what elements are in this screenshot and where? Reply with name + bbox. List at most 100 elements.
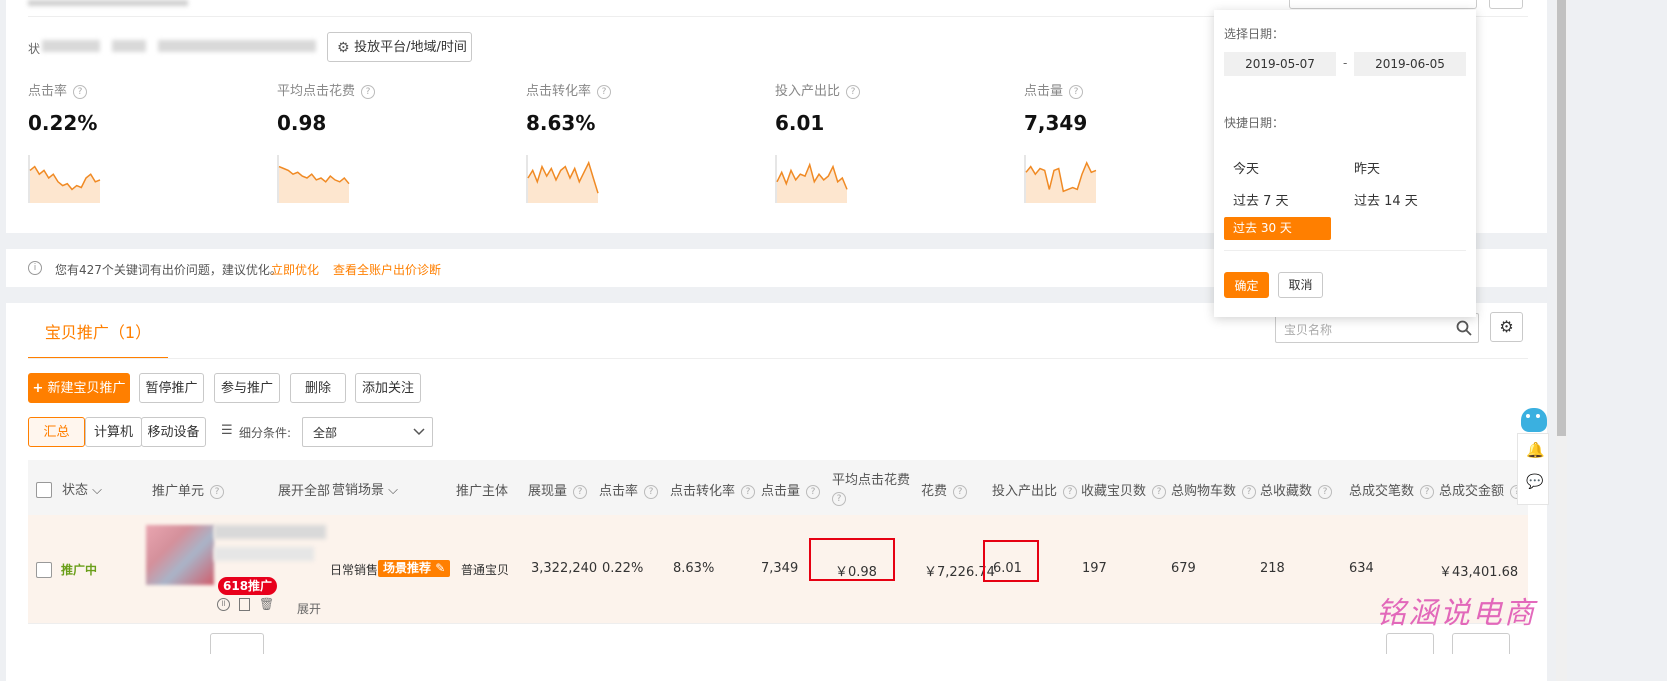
select-all-checkbox[interactable] <box>36 482 52 498</box>
gear-icon: ⚙ <box>337 40 350 56</box>
highlight-roi-box <box>983 540 1039 582</box>
scrollbar-thumb[interactable] <box>1557 0 1566 436</box>
pagination-control-right-1[interactable] <box>1386 633 1434 654</box>
header-orders: 总成交笔数 <box>1349 480 1435 499</box>
quick-7-days[interactable]: 过去 7 天 <box>1233 190 1289 209</box>
product-title-blur-2 <box>214 547 314 561</box>
quick-yesterday[interactable]: 昨天 <box>1354 158 1380 177</box>
header-fav-total: 总收藏数 <box>1260 480 1333 499</box>
help-icon <box>361 84 376 99</box>
status-label: 状 <box>28 42 41 56</box>
search-icon[interactable] <box>1456 320 1472 336</box>
table-settings-button[interactable]: ⚙ <box>1490 312 1523 342</box>
tab-divider <box>28 358 1528 359</box>
help-icon <box>1063 484 1078 499</box>
row-cart: 679 <box>1171 561 1196 576</box>
notice-text: 您有427个关键词有出价问题，建议优化。 <box>55 263 282 277</box>
top-date-selector[interactable] <box>1289 0 1477 9</box>
header-cost: 花费 <box>921 480 968 499</box>
quick-30-days[interactable]: 过去 30 天 <box>1224 217 1331 240</box>
quick-14-days[interactable]: 过去 14 天 <box>1354 190 1418 209</box>
sparkline-ctr <box>28 155 101 203</box>
row-expand-link[interactable]: 展开 <box>297 600 321 617</box>
row-ctr: 0.22% <box>602 561 644 576</box>
promotion-card: 宝贝推广（1） 宝贝名称 ⚙ + 新建宝贝推广 暂停推广 参与推广 删除 添加关… <box>6 303 1547 681</box>
help-icon <box>644 484 659 499</box>
row-fav-items: 197 <box>1082 561 1107 576</box>
row-gmv: ￥43,401.68 <box>1439 565 1519 580</box>
confirm-button[interactable]: 确定 <box>1224 272 1269 298</box>
row-fav-total: 218 <box>1260 561 1285 576</box>
tab-computer[interactable]: 计算机 <box>85 417 142 447</box>
product-thumbnail[interactable] <box>146 525 214 585</box>
help-icon <box>741 484 756 499</box>
status-blur-3 <box>158 40 316 52</box>
edit-icon: ✎ <box>435 561 446 575</box>
cancel-button[interactable]: 取消 <box>1278 272 1323 298</box>
floating-toolbar: 🔔 💬 <box>1517 433 1549 505</box>
scene-recommend-tag[interactable]: 场景推荐 ✎ <box>378 560 451 577</box>
header-clicks: 点击量 <box>761 480 821 499</box>
filter-select[interactable]: 全部 <box>302 417 433 447</box>
metric-value-ctr: 0.22% <box>28 111 98 135</box>
help-icon <box>846 84 861 99</box>
row-orders: 634 <box>1349 561 1374 576</box>
delete-icon[interactable]: 🗑 <box>259 598 274 610</box>
add-follow-button[interactable]: 添加关注 <box>355 373 421 403</box>
pause-promotion-button[interactable]: 暂停推广 <box>139 373 204 403</box>
optimize-link[interactable]: 立即优化 <box>271 261 319 278</box>
header-status[interactable]: 状态 ⌵ <box>62 479 102 498</box>
metric-label-ctr: 点击率 <box>28 80 88 99</box>
sparkline-roi <box>775 155 848 203</box>
help-icon <box>1152 484 1167 499</box>
header-unit: 推广单元 <box>152 480 225 499</box>
plus-icon: + <box>32 381 44 396</box>
pause-icon[interactable]: ll <box>217 598 230 611</box>
quick-today[interactable]: 今天 <box>1233 158 1259 177</box>
platform-region-time-button[interactable]: ⚙ 投放平台/地域/时间 <box>327 32 472 62</box>
sparkline-cvr <box>526 155 599 203</box>
end-date-input[interactable]: 2019-06-05 <box>1354 52 1466 76</box>
header-cvr: 点击转化率 <box>670 480 756 499</box>
copy-icon[interactable] <box>239 598 250 611</box>
gear-icon: ⚙ <box>1499 317 1514 336</box>
pagination-control-right-2[interactable] <box>1452 633 1510 654</box>
new-item-promotion-button[interactable]: + 新建宝贝推广 <box>28 373 130 403</box>
highlight-cpc-box <box>809 538 895 581</box>
status-blur-2 <box>112 40 146 52</box>
bell-icon[interactable]: 🔔 <box>1526 441 1545 459</box>
tab-summary[interactable]: 汇总 <box>28 417 85 447</box>
mascot-icon[interactable] <box>1521 408 1547 432</box>
metric-label-cpc: 平均点击花费 <box>277 80 376 99</box>
help-icon <box>806 484 821 499</box>
delete-button[interactable]: 删除 <box>290 373 346 403</box>
row-cvr: 8.63% <box>673 561 715 576</box>
tab-mobile[interactable]: 移动设备 <box>141 417 206 447</box>
top-small-button[interactable] <box>1489 0 1523 9</box>
filter-value: 全部 <box>313 426 338 440</box>
item-search-input[interactable]: 宝贝名称 <box>1275 313 1479 343</box>
chevron-down-icon <box>413 428 425 436</box>
row-scene: 日常销售 <box>330 563 379 577</box>
chevron-down-icon: ⌵ <box>388 483 399 498</box>
header-ctr: 点击率 <box>599 480 659 499</box>
page-scrollbar[interactable] <box>1556 0 1567 681</box>
header-roi: 投入产出比 <box>992 480 1078 499</box>
chat-icon[interactable]: 💬 <box>1526 474 1543 490</box>
header-scene[interactable]: 营销场景 ⌵ <box>332 479 398 498</box>
help-icon <box>1318 484 1333 499</box>
metric-label-roi: 投入产出比 <box>775 80 861 99</box>
expand-all-link[interactable]: 展开全部 <box>278 480 330 499</box>
header-gmv: 总成交金额 <box>1439 480 1525 499</box>
row-checkbox[interactable] <box>36 562 52 578</box>
start-date-input[interactable]: 2019-05-07 <box>1224 52 1336 76</box>
select-date-label: 选择日期： <box>1224 27 1285 41</box>
pagination-control-left[interactable] <box>210 633 264 654</box>
info-icon: i <box>28 261 42 275</box>
filter-label: 细分条件: <box>239 426 292 440</box>
bid-diagnosis-link[interactable]: 查看全账户出价诊断 <box>333 261 441 278</box>
watermark-text: 铭涵说电商 <box>1376 596 1536 631</box>
metric-label-cvr: 点击转化率 <box>526 80 612 99</box>
join-promotion-button[interactable]: 参与推广 <box>214 373 280 403</box>
tab-item-promotion[interactable]: 宝贝推广（1） <box>28 321 168 359</box>
